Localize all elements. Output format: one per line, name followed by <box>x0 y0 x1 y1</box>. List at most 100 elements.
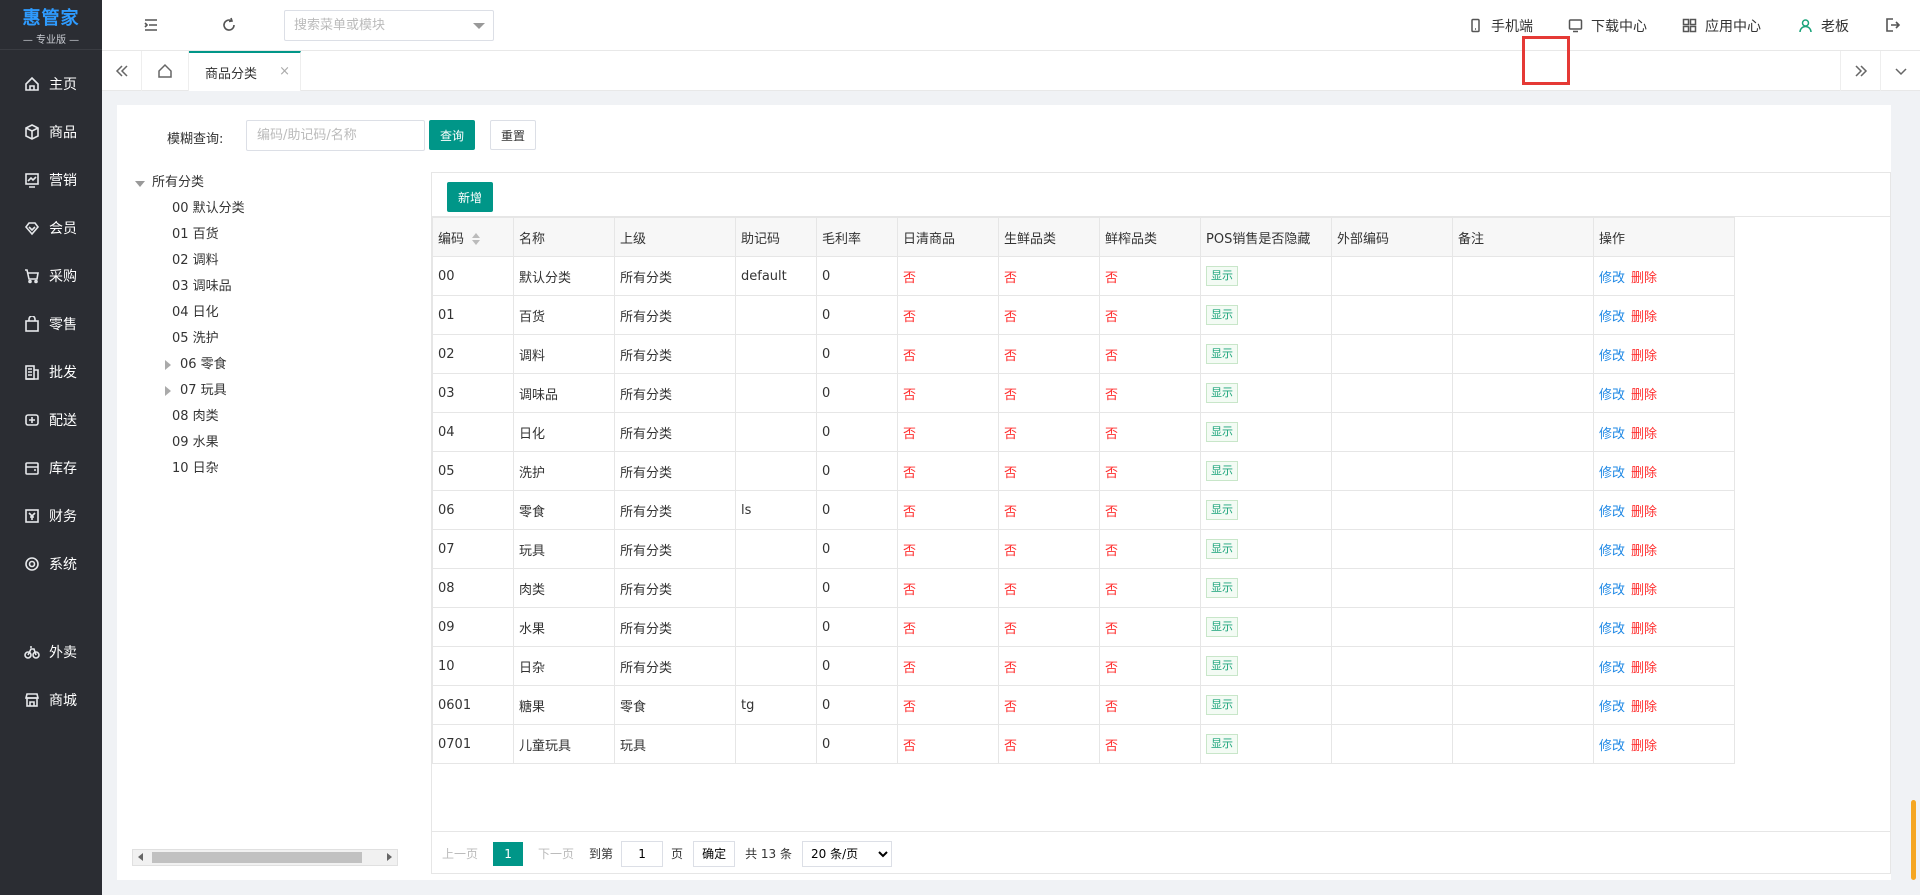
delete-link[interactable]: 删除 <box>1631 427 1657 442</box>
edit-link[interactable]: 修改 <box>1599 739 1625 754</box>
cell-parent: 所有分类 <box>614 295 736 335</box>
nav-goods[interactable]: 商品 <box>0 108 102 156</box>
goto-confirm-button[interactable]: 确定 <box>693 840 736 867</box>
tab-home[interactable] <box>142 51 189 91</box>
refresh-icon[interactable] <box>220 16 238 34</box>
menu-search[interactable] <box>284 10 494 41</box>
edit-link[interactable]: 修改 <box>1599 661 1625 676</box>
nav-mall[interactable]: 商城 <box>0 676 102 724</box>
nav-home[interactable]: 主页 <box>0 60 102 108</box>
goto-page-input[interactable] <box>621 840 664 867</box>
cell-pos: 显示 <box>1200 295 1332 335</box>
prev-page-button[interactable]: 上一页 <box>442 845 478 862</box>
nav-member[interactable]: 会员 <box>0 204 102 252</box>
nav-delivery[interactable]: 配送 <box>0 396 102 444</box>
user-menu[interactable]: 老板 <box>1798 0 1849 51</box>
page-size-select[interactable]: 20 条/页 <box>801 840 892 867</box>
cell-name: 调味品 <box>513 373 615 413</box>
menu-search-input[interactable] <box>285 11 465 40</box>
edit-link[interactable]: 修改 <box>1599 271 1625 286</box>
tab-goods-category[interactable]: 商品分类 × <box>189 51 301 91</box>
logout-icon[interactable] <box>1883 16 1901 34</box>
chevron-down-icon[interactable] <box>473 23 485 29</box>
mobile-label: 手机端 <box>1491 18 1533 35</box>
nav-takeout[interactable]: 外卖 <box>0 628 102 676</box>
close-icon[interactable]: × <box>279 64 290 79</box>
delete-link[interactable]: 删除 <box>1631 661 1657 676</box>
edit-link[interactable]: 修改 <box>1599 622 1625 637</box>
scroll-right-icon[interactable] <box>387 853 392 861</box>
nav-marketing[interactable]: 营销 <box>0 156 102 204</box>
filter-label: 模糊查询: <box>167 132 224 147</box>
menu-toggle-icon[interactable] <box>142 16 160 34</box>
delete-link[interactable]: 删除 <box>1631 739 1657 754</box>
tree-node[interactable]: 09 水果 <box>127 430 407 456</box>
edit-link[interactable]: 修改 <box>1599 583 1625 598</box>
tree-node[interactable]: 00 默认分类 <box>127 196 407 222</box>
nav-wholesale[interactable]: 批发 <box>0 348 102 396</box>
delete-link[interactable]: 删除 <box>1631 388 1657 403</box>
brand-edition: — 专业版 — <box>22 34 80 46</box>
delete-link[interactable]: 删除 <box>1631 583 1657 598</box>
tree-node[interactable]: 08 肉类 <box>127 404 407 430</box>
column-header[interactable]: 编码 <box>432 217 514 257</box>
cell-pos: 显示 <box>1200 451 1332 491</box>
edit-link[interactable]: 修改 <box>1599 466 1625 481</box>
cell-name: 肉类 <box>513 568 615 608</box>
delete-link[interactable]: 删除 <box>1631 310 1657 325</box>
query-button[interactable]: 查询 <box>429 120 475 150</box>
next-page-button[interactable]: 下一页 <box>538 845 574 862</box>
delete-link[interactable]: 删除 <box>1631 505 1657 520</box>
cell-fresh: 否 <box>998 646 1100 686</box>
caret-down-icon[interactable] <box>135 181 145 187</box>
delete-link[interactable]: 删除 <box>1631 700 1657 715</box>
reset-button[interactable]: 重置 <box>490 120 536 150</box>
tree-node[interactable]: 06 零食 <box>127 352 407 378</box>
sort-icon[interactable] <box>472 233 481 245</box>
page-scrollbar[interactable] <box>1911 800 1916 880</box>
scrollbar-thumb[interactable] <box>152 852 362 863</box>
download-link[interactable]: 下载中心 <box>1568 0 1647 51</box>
delete-link[interactable]: 删除 <box>1631 466 1657 481</box>
tree-node[interactable]: 01 百货 <box>127 222 407 248</box>
cell-text: 否 <box>1004 387 1018 403</box>
tree-node[interactable]: 05 洗护 <box>127 326 407 352</box>
current-page-button[interactable]: 1 <box>493 841 524 866</box>
apps-link[interactable]: 应用中心 <box>1682 0 1761 51</box>
caret-right-icon[interactable] <box>165 386 171 396</box>
tree-horizontal-scrollbar[interactable] <box>132 849 398 866</box>
edit-link[interactable]: 修改 <box>1599 349 1625 364</box>
tree-node[interactable]: 03 调味品 <box>127 274 407 300</box>
caret-right-icon[interactable] <box>165 360 171 370</box>
nav-label: 主页 <box>49 77 77 93</box>
tabs-scroll-left[interactable] <box>102 51 142 91</box>
edit-link[interactable]: 修改 <box>1599 388 1625 403</box>
cell-ext <box>1331 451 1453 491</box>
nav-retail[interactable]: 零售 <box>0 300 102 348</box>
tree-node[interactable]: 02 调料 <box>127 248 407 274</box>
nav-system[interactable]: 系统 <box>0 540 102 588</box>
nav-finance[interactable]: 财务 <box>0 492 102 540</box>
fuzzy-search-input[interactable] <box>246 120 425 151</box>
delete-link[interactable]: 删除 <box>1631 271 1657 286</box>
tree-root[interactable]: 所有分类 <box>127 170 407 196</box>
add-button[interactable]: 新增 <box>447 182 493 212</box>
delete-link[interactable]: 删除 <box>1631 622 1657 637</box>
edit-link[interactable]: 修改 <box>1599 700 1625 715</box>
scroll-left-icon[interactable] <box>138 853 143 861</box>
edit-link[interactable]: 修改 <box>1599 544 1625 559</box>
table-toolbar: 新增 <box>432 173 1890 217</box>
nav-purchase[interactable]: 采购 <box>0 252 102 300</box>
edit-link[interactable]: 修改 <box>1599 310 1625 325</box>
tabs-dropdown[interactable] <box>1880 51 1920 91</box>
mobile-link[interactable]: 手机端 <box>1468 0 1533 51</box>
tree-node[interactable]: 07 玩具 <box>127 378 407 404</box>
edit-link[interactable]: 修改 <box>1599 505 1625 520</box>
tree-node[interactable]: 04 日化 <box>127 300 407 326</box>
tree-node[interactable]: 10 日杂 <box>127 456 407 482</box>
tabs-scroll-right[interactable] <box>1840 51 1880 91</box>
delete-link[interactable]: 删除 <box>1631 349 1657 364</box>
nav-inventory[interactable]: 库存 <box>0 444 102 492</box>
delete-link[interactable]: 删除 <box>1631 544 1657 559</box>
edit-link[interactable]: 修改 <box>1599 427 1625 442</box>
